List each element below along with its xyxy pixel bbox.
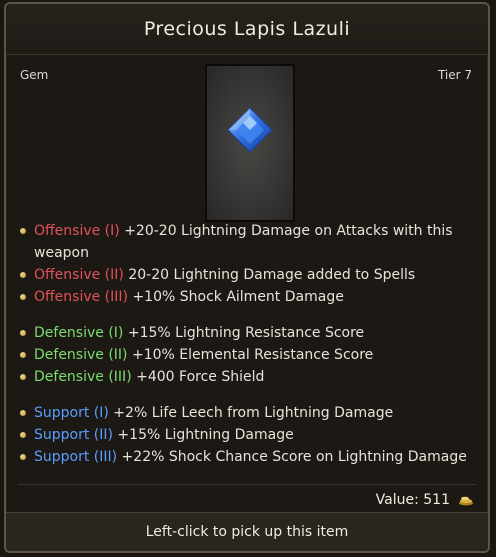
mod-text: +400 Force Shield [131, 369, 265, 385]
mod-label: Defensive (II) [34, 347, 128, 363]
mod-support-2: Support (II) +15% Lightning Damage [20, 424, 474, 446]
support-group: Support (I) +2% Life Leech from Lightnin… [20, 402, 474, 468]
mod-text: +15% Lightning Damage [112, 427, 294, 443]
pickup-hint-text: Left-click to pick up this item [145, 524, 349, 540]
mod-defensive-3: Defensive (III) +400 Force Shield [20, 366, 474, 388]
item-tier: Tier 7 [437, 68, 472, 82]
mod-support-1: Support (I) +2% Life Leech from Lightnin… [20, 402, 474, 424]
mod-label: Defensive (III) [34, 369, 132, 385]
lapis-gem-icon [227, 107, 273, 153]
mod-offensive-1: Offensive (I) +20-20 Lightning Damage on… [20, 220, 474, 264]
mod-label: Offensive (II) [34, 267, 124, 283]
mod-label: Support (I) [34, 405, 109, 421]
mod-list: Offensive (I) +20-20 Lightning Damage on… [20, 220, 474, 482]
offensive-group: Offensive (I) +20-20 Lightning Damage on… [20, 220, 474, 308]
value-text: Value: 511 [375, 492, 450, 508]
tooltip-header: Precious Lapis Lazuli [6, 4, 488, 55]
mod-label: Defensive (I) [34, 325, 124, 341]
mod-text: 20-20 Lightning Damage added to Spells [123, 267, 416, 283]
mod-text: +2% Life Leech from Lightning Damage [108, 405, 394, 421]
mod-offensive-3: Offensive (III) +10% Shock Ailment Damag… [20, 286, 474, 308]
item-type: Gem [20, 68, 49, 82]
mod-defensive-1: Defensive (I) +15% Lightning Resistance … [20, 322, 474, 344]
gem-image-frame [205, 64, 295, 222]
item-title: Precious Lapis Lazuli [143, 18, 351, 40]
mod-label: Support (II) [34, 427, 113, 443]
mod-text: +15% Lightning Resistance Score [123, 325, 365, 341]
pickup-hint: Left-click to pick up this item [6, 512, 488, 551]
mod-offensive-2: Offensive (II) 20-20 Lightning Damage ad… [20, 264, 474, 286]
mod-text: +10% Elemental Resistance Score [127, 347, 374, 363]
value-divider [18, 484, 476, 485]
mod-label: Offensive (I) [34, 223, 120, 239]
mod-text: +10% Shock Ailment Damage [128, 289, 344, 305]
mod-label: Support (III) [34, 449, 118, 465]
mod-support-3: Support (III) +22% Shock Chance Score on… [20, 446, 474, 468]
mod-defensive-2: Defensive (II) +10% Elemental Resistance… [20, 344, 474, 366]
coin-pile-icon [459, 496, 473, 506]
defensive-group: Defensive (I) +15% Lightning Resistance … [20, 322, 474, 388]
item-tooltip: Precious Lapis Lazuli Gem Tier 7 Offensi… [4, 2, 490, 553]
mod-label: Offensive (III) [34, 289, 128, 305]
item-value: Value: 511 [376, 492, 474, 508]
mod-text: +22% Shock Chance Score on Lightning Dam… [117, 449, 467, 465]
